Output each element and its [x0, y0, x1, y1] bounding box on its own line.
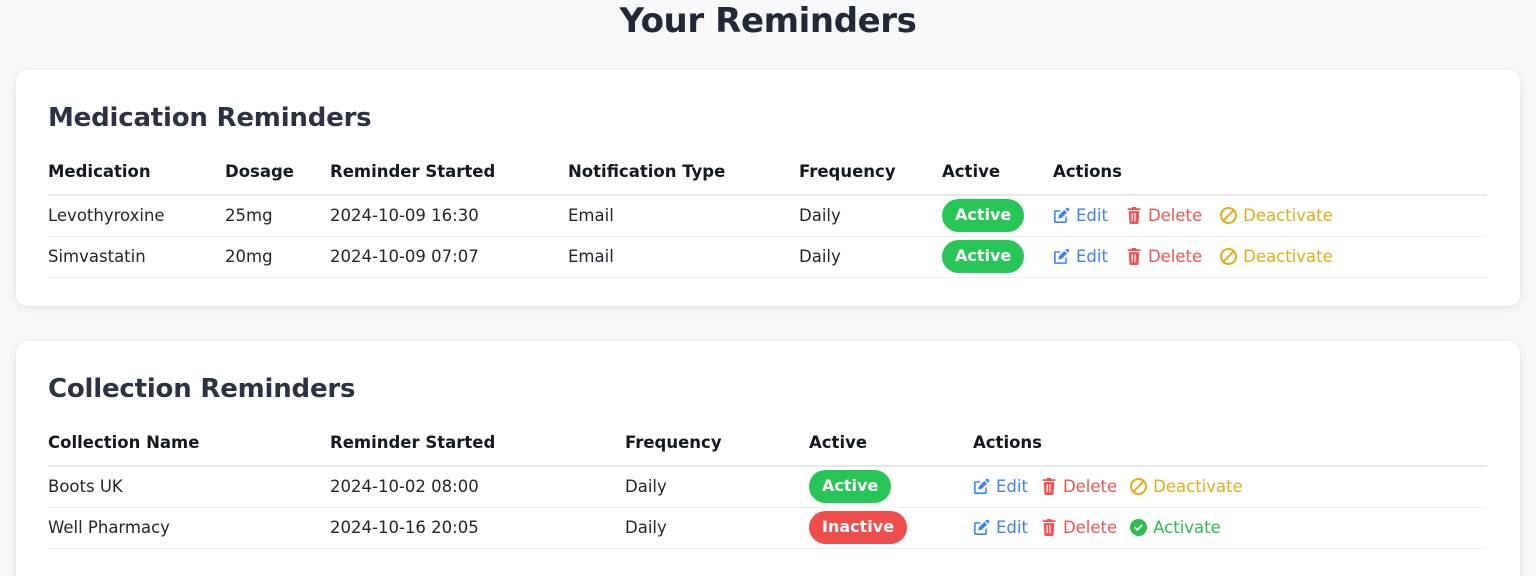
- column-header-frequency: Frequency: [625, 433, 809, 467]
- status-badge: Active: [942, 240, 1025, 273]
- medication-table-body: Levothyroxine 25mg 2024-10-09 16:30 Emai…: [48, 195, 1487, 278]
- trash-icon: [1041, 519, 1057, 536]
- cell-active: Active: [942, 195, 1053, 237]
- activate-label: Activate: [1153, 518, 1221, 537]
- pen-to-square-icon: [973, 519, 990, 536]
- cell-frequency: Daily: [625, 466, 809, 508]
- activate-button[interactable]: Activate: [1130, 518, 1221, 537]
- edit-button[interactable]: Edit: [973, 518, 1028, 537]
- ban-icon: [1220, 248, 1238, 265]
- column-header-reminder-started: Reminder Started: [330, 433, 625, 467]
- edit-label: Edit: [996, 518, 1028, 537]
- pen-to-square-icon: [973, 478, 990, 495]
- column-header-reminder-started: Reminder Started: [330, 162, 568, 196]
- trash-icon: [1041, 478, 1057, 496]
- delete-label: Delete: [1147, 206, 1203, 226]
- edit-label: Edit: [996, 477, 1028, 497]
- cell-frequency: Daily: [625, 507, 809, 549]
- edit-button[interactable]: Edit: [1053, 206, 1108, 225]
- pen-to-square-icon: [1053, 207, 1070, 224]
- deactivate-label: Deactivate: [1153, 477, 1243, 497]
- edit-label: Edit: [1076, 247, 1108, 266]
- cell-active: Active: [809, 466, 973, 508]
- cell-notification-type: Email: [568, 236, 799, 278]
- column-header-actions: Actions: [973, 433, 1487, 467]
- column-header-dosage: Dosage: [225, 162, 330, 196]
- cell-collection-name: Boots UK: [48, 466, 330, 508]
- medication-table-head: Medication Dosage Reminder Started Notif…: [48, 162, 1487, 196]
- column-header-active: Active: [809, 433, 973, 467]
- page-title: Your Reminders: [619, 1, 917, 41]
- edit-label: Edit: [1076, 206, 1108, 226]
- cell-medication: Levothyroxine: [48, 195, 225, 237]
- cell-actions: Edit Delete: [973, 507, 1487, 549]
- edit-button[interactable]: Edit: [973, 477, 1028, 496]
- ban-icon: [1220, 207, 1238, 225]
- column-header-actions: Actions: [1053, 162, 1487, 196]
- cell-frequency: Daily: [799, 236, 942, 278]
- collection-table-head: Collection Name Reminder Started Frequen…: [48, 433, 1487, 467]
- medication-reminders-table: Medication Dosage Reminder Started Notif…: [48, 162, 1487, 278]
- table-row: Simvastatin 20mg 2024-10-09 07:07 Email …: [48, 236, 1487, 278]
- cell-dosage: 20mg: [225, 236, 330, 278]
- status-badge: Inactive: [809, 511, 908, 544]
- delete-label: Delete: [1062, 518, 1118, 537]
- collection-header-row: Collection Name Reminder Started Frequen…: [48, 433, 1487, 467]
- cell-actions: Edit Delete: [973, 466, 1487, 508]
- cell-medication: Simvastatin: [48, 236, 225, 278]
- cell-frequency: Daily: [799, 195, 942, 237]
- check-circle-icon: [1130, 519, 1148, 536]
- deactivate-button[interactable]: Deactivate: [1220, 247, 1333, 266]
- cell-actions: Edit Delete: [1053, 195, 1487, 237]
- medication-reminders-card: Medication Reminders Medication Dosage R…: [16, 70, 1520, 306]
- column-header-medication: Medication: [48, 162, 225, 196]
- cell-actions: Edit Delete: [1053, 236, 1487, 278]
- cell-collection-name: Well Pharmacy: [48, 507, 330, 549]
- cell-reminder-started: 2024-10-09 16:30: [330, 195, 568, 237]
- table-row: Well Pharmacy 2024-10-16 20:05 Daily Ina…: [48, 507, 1487, 549]
- row-actions: Edit Delete: [973, 518, 1487, 537]
- cell-reminder-started: 2024-10-16 20:05: [330, 507, 625, 549]
- cell-reminder-started: 2024-10-02 08:00: [330, 466, 625, 508]
- deactivate-button[interactable]: Deactivate: [1220, 206, 1333, 225]
- row-actions: Edit Delete: [973, 477, 1487, 496]
- column-header-active: Active: [942, 162, 1053, 196]
- cell-reminder-started: 2024-10-09 07:07: [330, 236, 568, 278]
- trash-icon: [1126, 207, 1142, 225]
- pen-to-square-icon: [1053, 248, 1070, 265]
- edit-button[interactable]: Edit: [1053, 247, 1108, 266]
- collection-table-body: Boots UK 2024-10-02 08:00 Daily Active E…: [48, 466, 1487, 549]
- medication-header-row: Medication Dosage Reminder Started Notif…: [48, 162, 1487, 196]
- cell-active: Inactive: [809, 507, 973, 549]
- row-actions: Edit Delete: [1053, 247, 1487, 266]
- column-header-notification-type: Notification Type: [568, 162, 799, 196]
- delete-label: Delete: [1062, 477, 1118, 497]
- medication-section-title: Medication Reminders: [48, 103, 372, 133]
- delete-button[interactable]: Delete: [1041, 518, 1117, 537]
- trash-icon: [1126, 248, 1142, 265]
- status-badge: Active: [942, 199, 1025, 233]
- deactivate-button[interactable]: Deactivate: [1130, 477, 1243, 496]
- collection-reminders-table: Collection Name Reminder Started Frequen…: [48, 433, 1487, 549]
- deactivate-label: Deactivate: [1243, 247, 1333, 266]
- status-badge: Active: [809, 470, 892, 504]
- ban-icon: [1130, 478, 1148, 496]
- delete-button[interactable]: Delete: [1126, 206, 1202, 225]
- delete-label: Delete: [1147, 247, 1203, 266]
- column-header-collection-name: Collection Name: [48, 433, 330, 467]
- collection-reminders-card: Collection Reminders Collection Name Rem…: [16, 341, 1520, 576]
- table-row: Boots UK 2024-10-02 08:00 Daily Active E…: [48, 466, 1487, 508]
- column-header-frequency: Frequency: [799, 162, 942, 196]
- cell-dosage: 25mg: [225, 195, 330, 237]
- row-actions: Edit Delete: [1053, 206, 1487, 225]
- collection-section-title: Collection Reminders: [48, 374, 356, 404]
- reminders-page: Your Reminders Medication Reminders Medi…: [0, 0, 1536, 576]
- table-row: Levothyroxine 25mg 2024-10-09 16:30 Emai…: [48, 195, 1487, 237]
- deactivate-label: Deactivate: [1243, 206, 1333, 226]
- cell-notification-type: Email: [568, 195, 799, 237]
- delete-button[interactable]: Delete: [1041, 477, 1117, 496]
- cell-active: Active: [942, 236, 1053, 278]
- delete-button[interactable]: Delete: [1126, 247, 1202, 266]
